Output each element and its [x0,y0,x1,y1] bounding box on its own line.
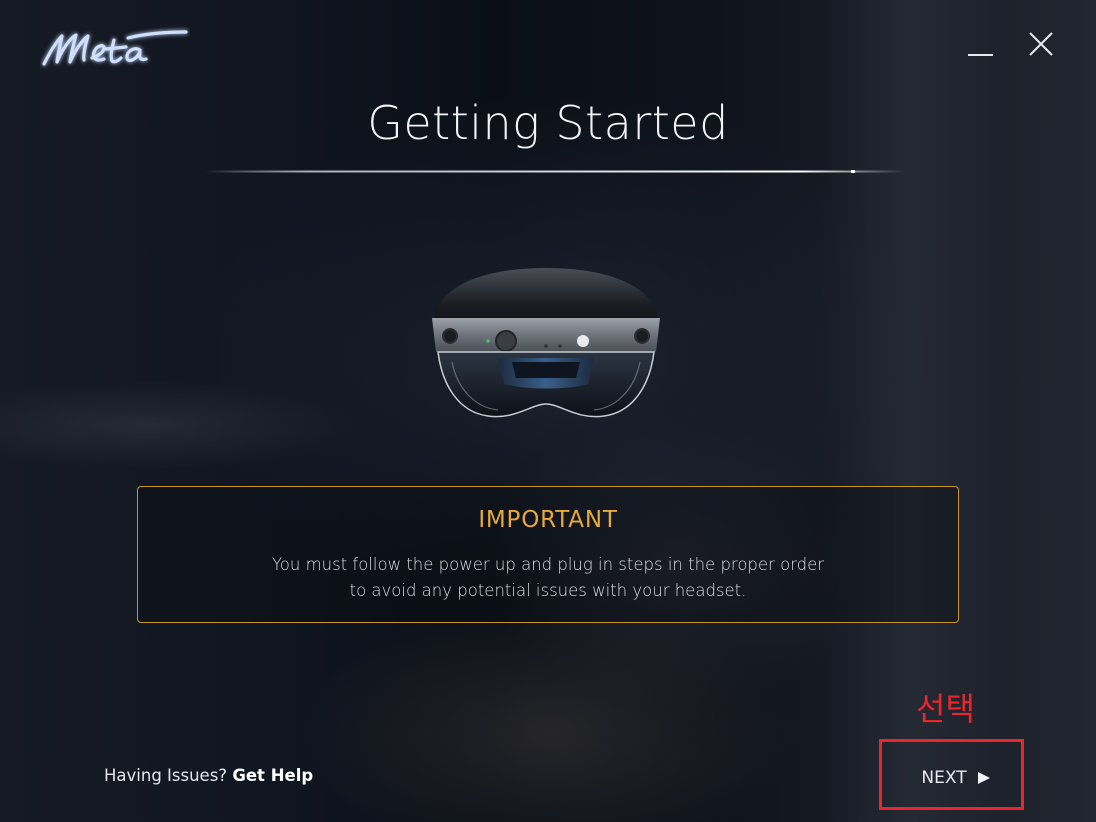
background-blur [0,380,360,470]
page-title: Getting Started [367,96,729,150]
notice-body: You must follow the power up and plug in… [138,552,958,604]
important-notice: IMPORTANT You must follow the power up a… [137,486,959,623]
help-text: Having Issues? Get Help [104,766,313,785]
notice-line: You must follow the power up and plug in… [271,555,825,574]
close-button[interactable] [1024,28,1056,60]
help-prefix: Having Issues? [104,766,228,785]
notice-line: to avoid any potential issues with your … [349,581,747,600]
get-help-link[interactable]: Get Help [232,766,313,785]
next-button[interactable]: NEXT [904,762,1008,794]
minimize-button[interactable] [964,28,996,60]
annotation-label: 선택 [916,690,975,728]
setup-window: Getting Started IMPORTANT You must follo… [0,0,1096,822]
next-label: NEXT [921,768,967,788]
meta-logo [40,24,190,72]
play-arrow-icon [977,771,991,785]
headset-image [428,262,664,428]
close-icon [1029,32,1053,56]
minimize-icon [968,54,993,56]
title-divider [205,170,905,173]
notice-heading: IMPORTANT [478,507,618,533]
background-blur [300,600,800,822]
